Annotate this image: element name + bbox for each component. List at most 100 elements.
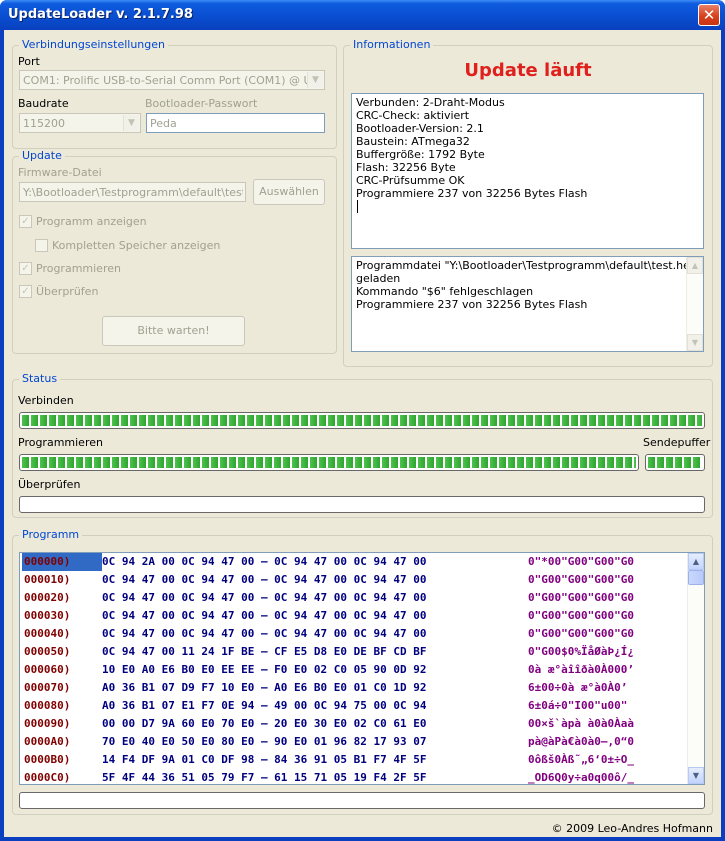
scroll-up-icon[interactable]: ▲ bbox=[687, 257, 703, 274]
hex-ascii: 00×š`àpà à0à0Àaà bbox=[528, 717, 634, 730]
port-select[interactable]: COM1: Prolific USB-to-Serial Comm Port (… bbox=[19, 70, 325, 90]
hex-scrollbar[interactable]: ▲ ▼ bbox=[687, 553, 704, 784]
hex-row[interactable]: 000040) 0C 94 47 00 0C 94 47 00 – 0C 94 4… bbox=[20, 625, 688, 643]
hex-ascii: 0à æ°àîîðà0À000’ bbox=[528, 663, 634, 676]
hex-row[interactable]: 0000B0) 14 F4 DF 9A 01 C0 DF 98 – 84 36 9… bbox=[20, 751, 688, 769]
scroll-thumb[interactable] bbox=[688, 570, 704, 585]
close-icon: ✕ bbox=[702, 6, 716, 24]
hex-bytes: 0C 94 47 00 0C 94 47 00 – 0C 94 47 00 0C… bbox=[102, 609, 427, 622]
hex-row[interactable]: 000030) 0C 94 47 00 0C 94 47 00 – 0C 94 4… bbox=[20, 607, 688, 625]
verify-progress-label: Überprüfen bbox=[18, 478, 81, 491]
log-scrollbar[interactable]: ▲ ▼ bbox=[686, 257, 703, 351]
hex-row[interactable]: 000000) 0C 94 2A 00 0C 94 47 00 – 0C 94 4… bbox=[20, 553, 688, 571]
firmware-label: Firmware-Datei bbox=[18, 166, 102, 179]
show-program-label: Programm anzeigen bbox=[36, 215, 147, 228]
program-bottom-bar bbox=[19, 792, 705, 809]
verify-label: Überprüfen bbox=[36, 285, 99, 298]
program-progress bbox=[19, 454, 639, 471]
hex-address: 000000) bbox=[22, 553, 102, 571]
hex-bytes: 0C 94 47 00 0C 94 47 00 – 0C 94 47 00 0C… bbox=[102, 591, 427, 604]
hex-ascii: 0ôßš0Àß˜„6‘0±÷O_ bbox=[528, 753, 634, 766]
details-line: Verbunden: 2-Draht-Modus bbox=[356, 96, 505, 109]
hex-address: 000090) bbox=[24, 717, 71, 730]
hex-ascii: pà@àPà€à0à0–‚0“0 bbox=[528, 735, 634, 748]
log-line: geladen bbox=[356, 272, 401, 285]
log-line: Kommando "$6" fehlgeschlagen bbox=[356, 285, 534, 298]
chevron-down-icon[interactable]: ▼ bbox=[307, 72, 323, 88]
hex-address: 000020) bbox=[24, 591, 71, 604]
hex-row[interactable]: 000090) 00 00 D7 9A 60 E0 70 E0 – 20 E0 3… bbox=[20, 715, 688, 733]
log-line: Programmiere 237 von 32256 Bytes Flash bbox=[356, 298, 588, 311]
port-label: Port bbox=[18, 55, 40, 68]
hex-bytes: A0 36 B1 07 D9 F7 10 E0 – A0 E6 B0 E0 01… bbox=[102, 681, 427, 694]
firmware-path-field[interactable]: Y:\Bootloader\Testprogramm\default\test.… bbox=[19, 182, 246, 202]
checkbox-check-icon: ✓ bbox=[19, 262, 32, 275]
connect-progress bbox=[19, 412, 705, 429]
hex-ascii: 0"G00"G00"G00"G0 bbox=[528, 627, 634, 640]
hex-row[interactable]: 0000A0) 70 E0 40 E0 50 E0 80 E0 – 90 E0 0… bbox=[20, 733, 688, 751]
hex-bytes: 0C 94 47 00 0C 94 47 00 – 0C 94 47 00 0C… bbox=[102, 627, 427, 640]
hex-bytes: 00 00 D7 9A 60 E0 70 E0 – 20 E0 30 E0 02… bbox=[102, 717, 427, 730]
copyright-text: © 2009 Leo-Andres Hofmann bbox=[551, 822, 713, 835]
scroll-down-icon[interactable]: ▼ bbox=[687, 334, 703, 351]
hex-ascii: 6±00÷0à æ°à0À0’ bbox=[528, 681, 628, 694]
hex-bytes: 14 F4 DF 9A 01 C0 DF 98 – 84 36 91 05 B1… bbox=[102, 753, 427, 766]
hex-row[interactable]: 000080) A0 36 B1 07 E1 F7 0E 94 – 49 00 0… bbox=[20, 697, 688, 715]
hex-view[interactable]: 000000) 0C 94 2A 00 0C 94 47 00 – 0C 94 4… bbox=[19, 552, 705, 785]
details-line: Bootloader-Version: 2.1 bbox=[356, 122, 484, 135]
hex-row[interactable]: 000020) 0C 94 47 00 0C 94 47 00 – 0C 94 4… bbox=[20, 589, 688, 607]
baud-select[interactable]: 115200 ▼ bbox=[19, 113, 141, 133]
baud-value: 115200 bbox=[23, 117, 65, 130]
hex-row[interactable]: 0000C0) 5F 4F 44 36 51 05 79 F7 – 61 15 7… bbox=[20, 769, 688, 784]
hex-bytes: 0C 94 47 00 0C 94 47 00 – 0C 94 47 00 0C… bbox=[102, 573, 427, 586]
firmware-path-value: Y:\Bootloader\Testprogramm\default\test.… bbox=[23, 186, 243, 199]
client-area: Verbindungseinstellungen Port COM1: Prol… bbox=[4, 30, 721, 837]
show-full-memory-label: Kompletten Speicher anzeigen bbox=[52, 239, 221, 252]
hex-address: 000040) bbox=[24, 627, 71, 640]
hex-ascii: 0"G00"G00"G00"G0 bbox=[528, 573, 634, 586]
hex-row[interactable]: 000060) 10 E0 A0 E6 B0 E0 EE EE – F0 E0 0… bbox=[20, 661, 688, 679]
info-legend: Informationen bbox=[350, 38, 434, 52]
app-window: UpdateLoader v. 2.1.7.98 ✕ Verbindungsei… bbox=[0, 0, 725, 841]
hex-ascii: 6±0á÷0"I00"u00" bbox=[528, 699, 628, 712]
connect-progress-fill bbox=[22, 415, 702, 426]
hex-address: 000050) bbox=[24, 645, 71, 658]
details-line: Flash: 32256 Byte bbox=[356, 161, 456, 174]
hex-address: 000030) bbox=[24, 609, 71, 622]
hex-row[interactable]: 000010) 0C 94 47 00 0C 94 47 00 – 0C 94 4… bbox=[20, 571, 688, 589]
sendbuffer-label: Sendepuffer bbox=[643, 436, 711, 449]
connection-group: Verbindungseinstellungen Port COM1: Prol… bbox=[12, 38, 337, 149]
hex-address: 000010) bbox=[24, 573, 71, 586]
scroll-up-icon[interactable]: ▲ bbox=[688, 553, 704, 570]
window-title: UpdateLoader v. 2.1.7.98 bbox=[8, 7, 193, 22]
verify-progress bbox=[19, 496, 705, 513]
status-legend: Status bbox=[19, 372, 61, 386]
details-textarea[interactable]: Verbunden: 2-Draht-Modus CRC-Check: aktiv… bbox=[351, 93, 704, 249]
close-button[interactable]: ✕ bbox=[698, 4, 720, 26]
log-textarea[interactable]: Programmdatei "Y:\Bootloader\Testprogram… bbox=[351, 256, 704, 352]
hex-ascii: _OD6Q0y÷a0q00ô/_ bbox=[528, 771, 634, 784]
update-legend: Update bbox=[19, 149, 65, 163]
password-value: Peda bbox=[150, 117, 177, 130]
hex-bytes: A0 36 B1 07 E1 F7 0E 94 – 49 00 0C 94 75… bbox=[102, 699, 427, 712]
connect-label: Verbinden bbox=[18, 394, 74, 407]
hex-row[interactable]: 000070) A0 36 B1 07 D9 F7 10 E0 – A0 E6 B… bbox=[20, 679, 688, 697]
program-group: Programm 000000) 0C 94 2A 00 0C 94 47 00 … bbox=[12, 528, 713, 815]
program-label: Programmieren bbox=[36, 262, 121, 275]
hex-row[interactable]: 000050) 0C 94 47 00 11 24 1F BE – CF E5 D… bbox=[20, 643, 688, 661]
checkbox-icon bbox=[35, 239, 48, 252]
hex-ascii: 0"*00"G00"G00"G0 bbox=[528, 555, 634, 568]
scroll-down-icon[interactable]: ▼ bbox=[688, 767, 704, 784]
hex-bytes: 5F 4F 44 36 51 05 79 F7 – 61 15 71 05 19… bbox=[102, 771, 427, 784]
wait-button[interactable]: Bitte warten! bbox=[102, 316, 245, 346]
program-legend: Programm bbox=[19, 528, 83, 542]
password-field[interactable]: Peda bbox=[146, 113, 325, 133]
hex-ascii: 0"G00"G00"G00"G0 bbox=[528, 609, 634, 622]
details-line: Buffergröße: 1792 Byte bbox=[356, 148, 485, 161]
hex-bytes: 0C 94 2A 00 0C 94 47 00 – 0C 94 47 00 0C… bbox=[102, 555, 427, 568]
hex-address: 000060) bbox=[24, 663, 71, 676]
update-group: Update Firmware-Datei Y:\Bootloader\Test… bbox=[12, 149, 337, 354]
chevron-down-icon[interactable]: ▼ bbox=[123, 115, 139, 131]
title-bar[interactable]: UpdateLoader v. 2.1.7.98 ✕ bbox=[0, 0, 725, 30]
browse-button[interactable]: Auswählen bbox=[253, 179, 325, 205]
